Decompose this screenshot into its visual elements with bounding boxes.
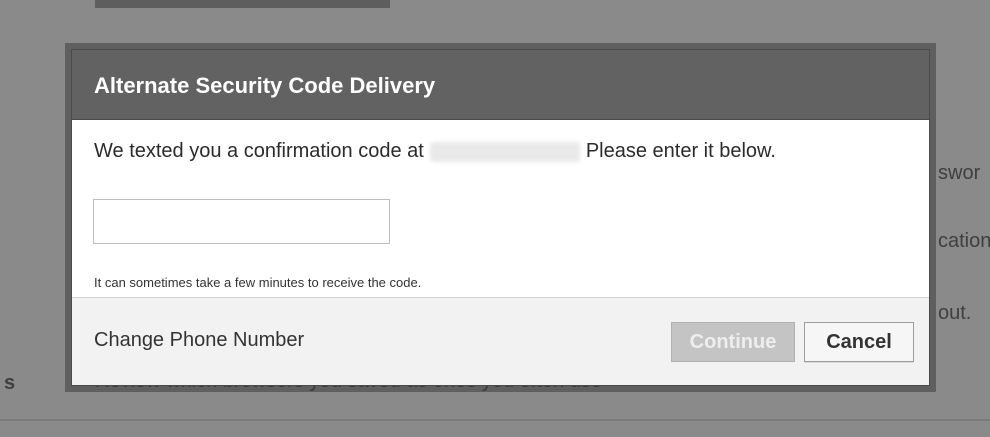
background-divider bbox=[0, 419, 990, 421]
background-text-fragment: s bbox=[4, 372, 16, 394]
dialog-title: Alternate Security Code Delivery bbox=[72, 50, 929, 120]
message-prefix: We texted you a confirmation code at bbox=[94, 140, 424, 162]
cancel-button[interactable]: Cancel bbox=[804, 322, 914, 362]
dialog-body: We texted you a confirmation code at Ple… bbox=[72, 120, 929, 297]
background-text-fragment: swor bbox=[938, 162, 981, 184]
background-text-fragment: cation bbox=[938, 230, 990, 252]
confirmation-code-input[interactable] bbox=[93, 199, 390, 244]
background-text-fragment: out. bbox=[938, 302, 972, 324]
continue-button[interactable]: Continue bbox=[671, 322, 795, 362]
confirmation-message: We texted you a confirmation code at Ple… bbox=[94, 140, 907, 163]
background-topbar bbox=[95, 0, 390, 8]
change-phone-number-link[interactable]: Change Phone Number bbox=[94, 329, 304, 352]
message-suffix: Please enter it below. bbox=[585, 140, 776, 162]
delivery-hint: It can sometimes take a few minutes to r… bbox=[94, 275, 422, 290]
security-code-dialog: Alternate Security Code Delivery We text… bbox=[71, 49, 930, 386]
redacted-phone-number bbox=[429, 141, 580, 162]
dialog-footer: Change Phone Number Continue Cancel bbox=[72, 297, 929, 385]
